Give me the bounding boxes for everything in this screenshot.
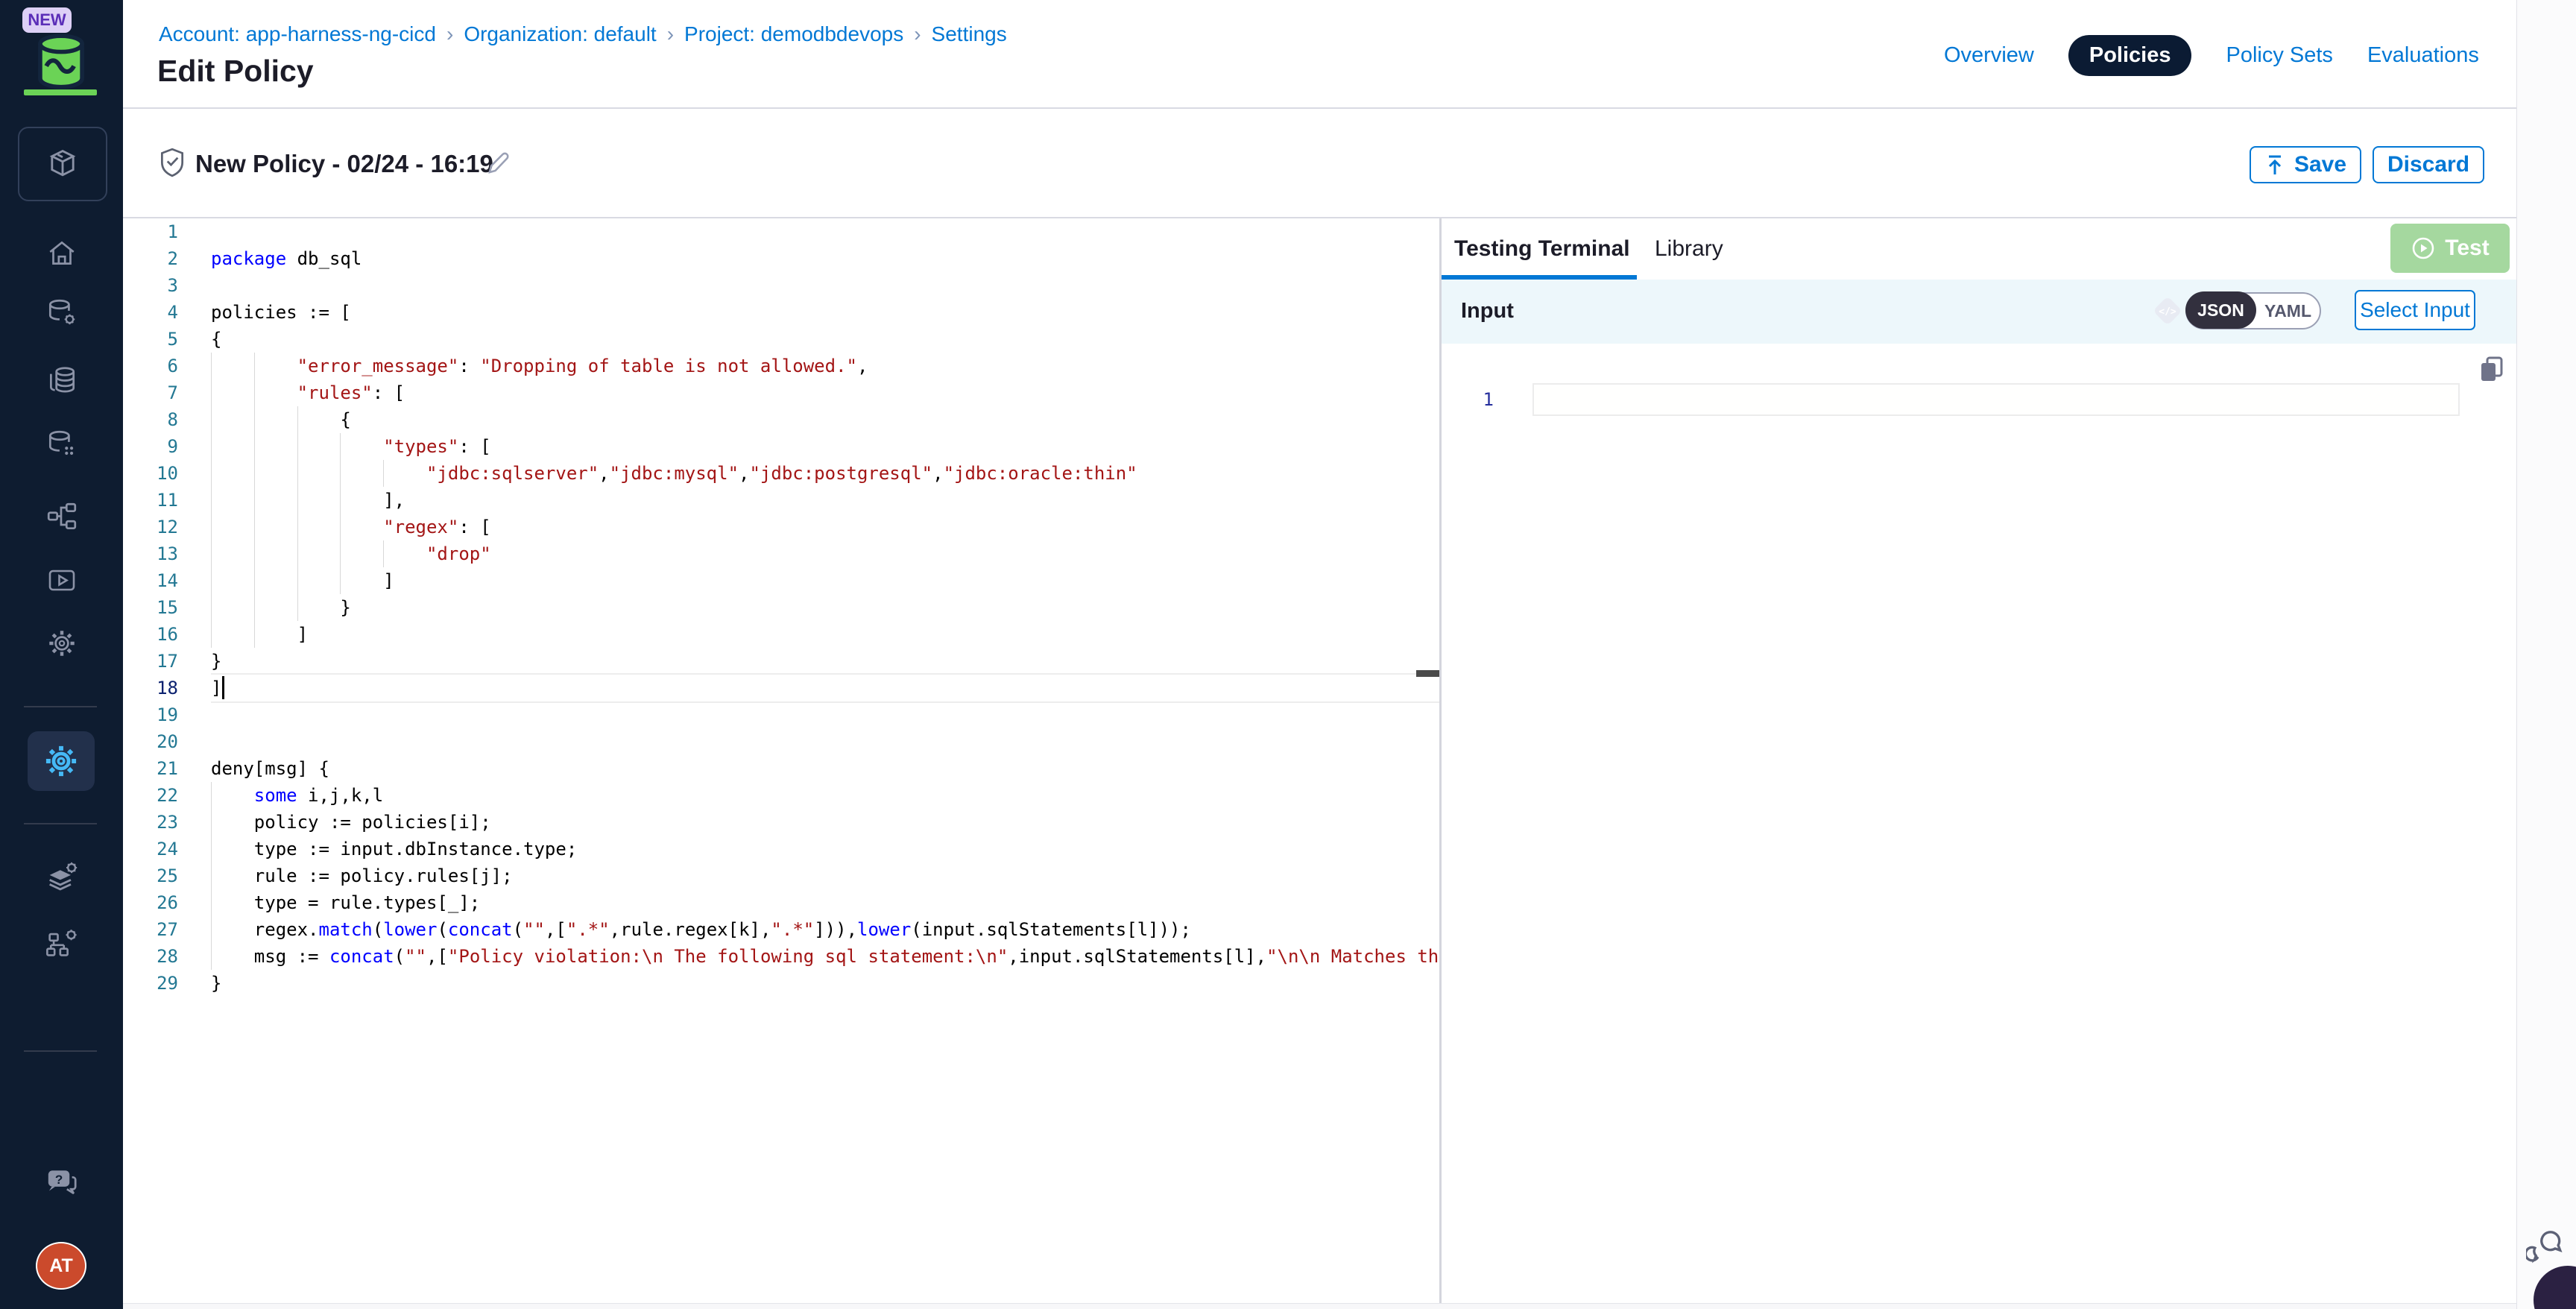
database-stack-icon (45, 363, 79, 397)
format-option-yaml[interactable]: YAML (2256, 301, 2320, 321)
sidebar-divider (24, 1050, 97, 1052)
org-gear-icon (44, 924, 80, 960)
breadcrumb-separator: › (914, 22, 921, 46)
breadcrumb-link[interactable]: Settings (932, 22, 1007, 46)
input-editor-current-line[interactable] (1532, 383, 2460, 416)
svg-text:?: ? (54, 1173, 62, 1187)
sidebar-item-module-selector[interactable] (18, 127, 107, 201)
sidebar-divider (24, 706, 97, 707)
sidebar-item-home[interactable] (0, 236, 123, 271)
sidebar-item-settings[interactable] (0, 626, 123, 660)
save-button[interactable]: Save (2250, 146, 2361, 183)
new-badge: NEW (22, 7, 72, 33)
executions-play-icon (45, 564, 78, 597)
test-button-label: Test (2445, 236, 2489, 261)
tab-testing-terminal[interactable]: Testing Terminal (1454, 236, 1630, 262)
svg-text:</>: </> (2159, 306, 2176, 318)
page-title: Edit Policy (157, 54, 314, 89)
format-toggle[interactable]: JSON YAML (2185, 292, 2321, 329)
module-cube-icon (45, 146, 80, 182)
expression-diamond-icon: </> (2150, 293, 2185, 329)
edit-policy-page: NEW (0, 0, 2576, 1309)
tab-library[interactable]: Library (1655, 236, 1723, 262)
gear-icon (45, 626, 79, 660)
breadcrumb-link[interactable]: Account: app-harness-ng-cicd (159, 22, 436, 46)
widget-corner-blob[interactable] (2534, 1266, 2576, 1309)
test-button[interactable]: Test (2390, 224, 2510, 273)
right-rail (2516, 0, 2576, 1309)
policy-name: New Policy - 02/24 - 16:19 (195, 150, 493, 178)
harness-dbdevops-logo-icon[interactable] (31, 33, 91, 89)
sidebar-item-database-instances[interactable] (0, 427, 123, 461)
save-button-label: Save (2294, 152, 2346, 177)
select-input-button[interactable]: Select Input (2355, 290, 2475, 330)
input-row: Input </> JSON YAML Select Input (1442, 280, 2516, 344)
copy-icon[interactable] (2478, 355, 2506, 383)
discard-button-label: Discard (2387, 152, 2469, 177)
format-option-json[interactable]: JSON (2185, 291, 2256, 329)
sidebar-item-help[interactable]: ? (0, 1163, 123, 1200)
tab-policy-sets[interactable]: Policy Sets (2226, 43, 2332, 68)
breadcrumb: Account: app-harness-ng-cicd › Organizatio… (159, 22, 1007, 46)
sidebar-item-database-stack[interactable] (0, 363, 123, 397)
sidebar-item-executions[interactable] (0, 564, 123, 597)
tab-policies[interactable]: Policies (2068, 35, 2192, 76)
input-label: Input (1461, 299, 1514, 324)
database-gear-icon (45, 296, 79, 330)
feedback-chat-icon[interactable] (2526, 1226, 2566, 1266)
database-dots-icon (45, 427, 79, 461)
breadcrumb-link[interactable]: Project: demodbdevops (684, 22, 903, 46)
user-avatar[interactable]: AT (36, 1242, 86, 1290)
play-circle-icon (2411, 236, 2436, 261)
breadcrumb-link[interactable]: Organization: default (464, 22, 656, 46)
sidebar-item-default-settings[interactable] (0, 859, 123, 895)
testing-panel: Testing Terminal Library Test Input </> … (1442, 218, 2516, 1303)
layers-gear-icon (44, 859, 80, 895)
header-divider (123, 107, 2576, 109)
policy-shield-icon (158, 147, 186, 178)
sidebar-item-project-settings-active[interactable] (28, 731, 95, 791)
policy-code-editor[interactable]: 1234567891011121314151617181920212223242… (123, 218, 1439, 1302)
pipeline-tree-icon (45, 499, 79, 534)
sidebar-divider (24, 823, 97, 824)
breadcrumb-separator: › (446, 22, 453, 46)
sidebar-item-pipelines[interactable] (0, 499, 123, 534)
header-tabs: Overview Policies Policy Sets Evaluations (1944, 36, 2479, 75)
upload-icon (2264, 154, 2285, 176)
page-bottom-strip (123, 1303, 2516, 1309)
sidebar: NEW (0, 0, 123, 1309)
gear-active-icon (42, 742, 80, 780)
breadcrumb-separator: › (667, 22, 674, 46)
edit-policy-name-icon[interactable] (483, 148, 513, 177)
input-line-number: 1 (1464, 383, 1494, 416)
sidebar-item-account-settings[interactable] (0, 924, 123, 960)
tab-evaluations[interactable]: Evaluations (2367, 43, 2479, 68)
help-chat-icon: ? (43, 1163, 80, 1200)
tab-overview[interactable]: Overview (1944, 43, 2034, 68)
discard-button[interactable]: Discard (2373, 146, 2484, 183)
overview-ruler-cursor-mark (1416, 670, 1439, 677)
sidebar-item-database-configure[interactable] (0, 296, 123, 330)
module-active-indicator (24, 89, 97, 95)
home-icon (45, 236, 79, 271)
